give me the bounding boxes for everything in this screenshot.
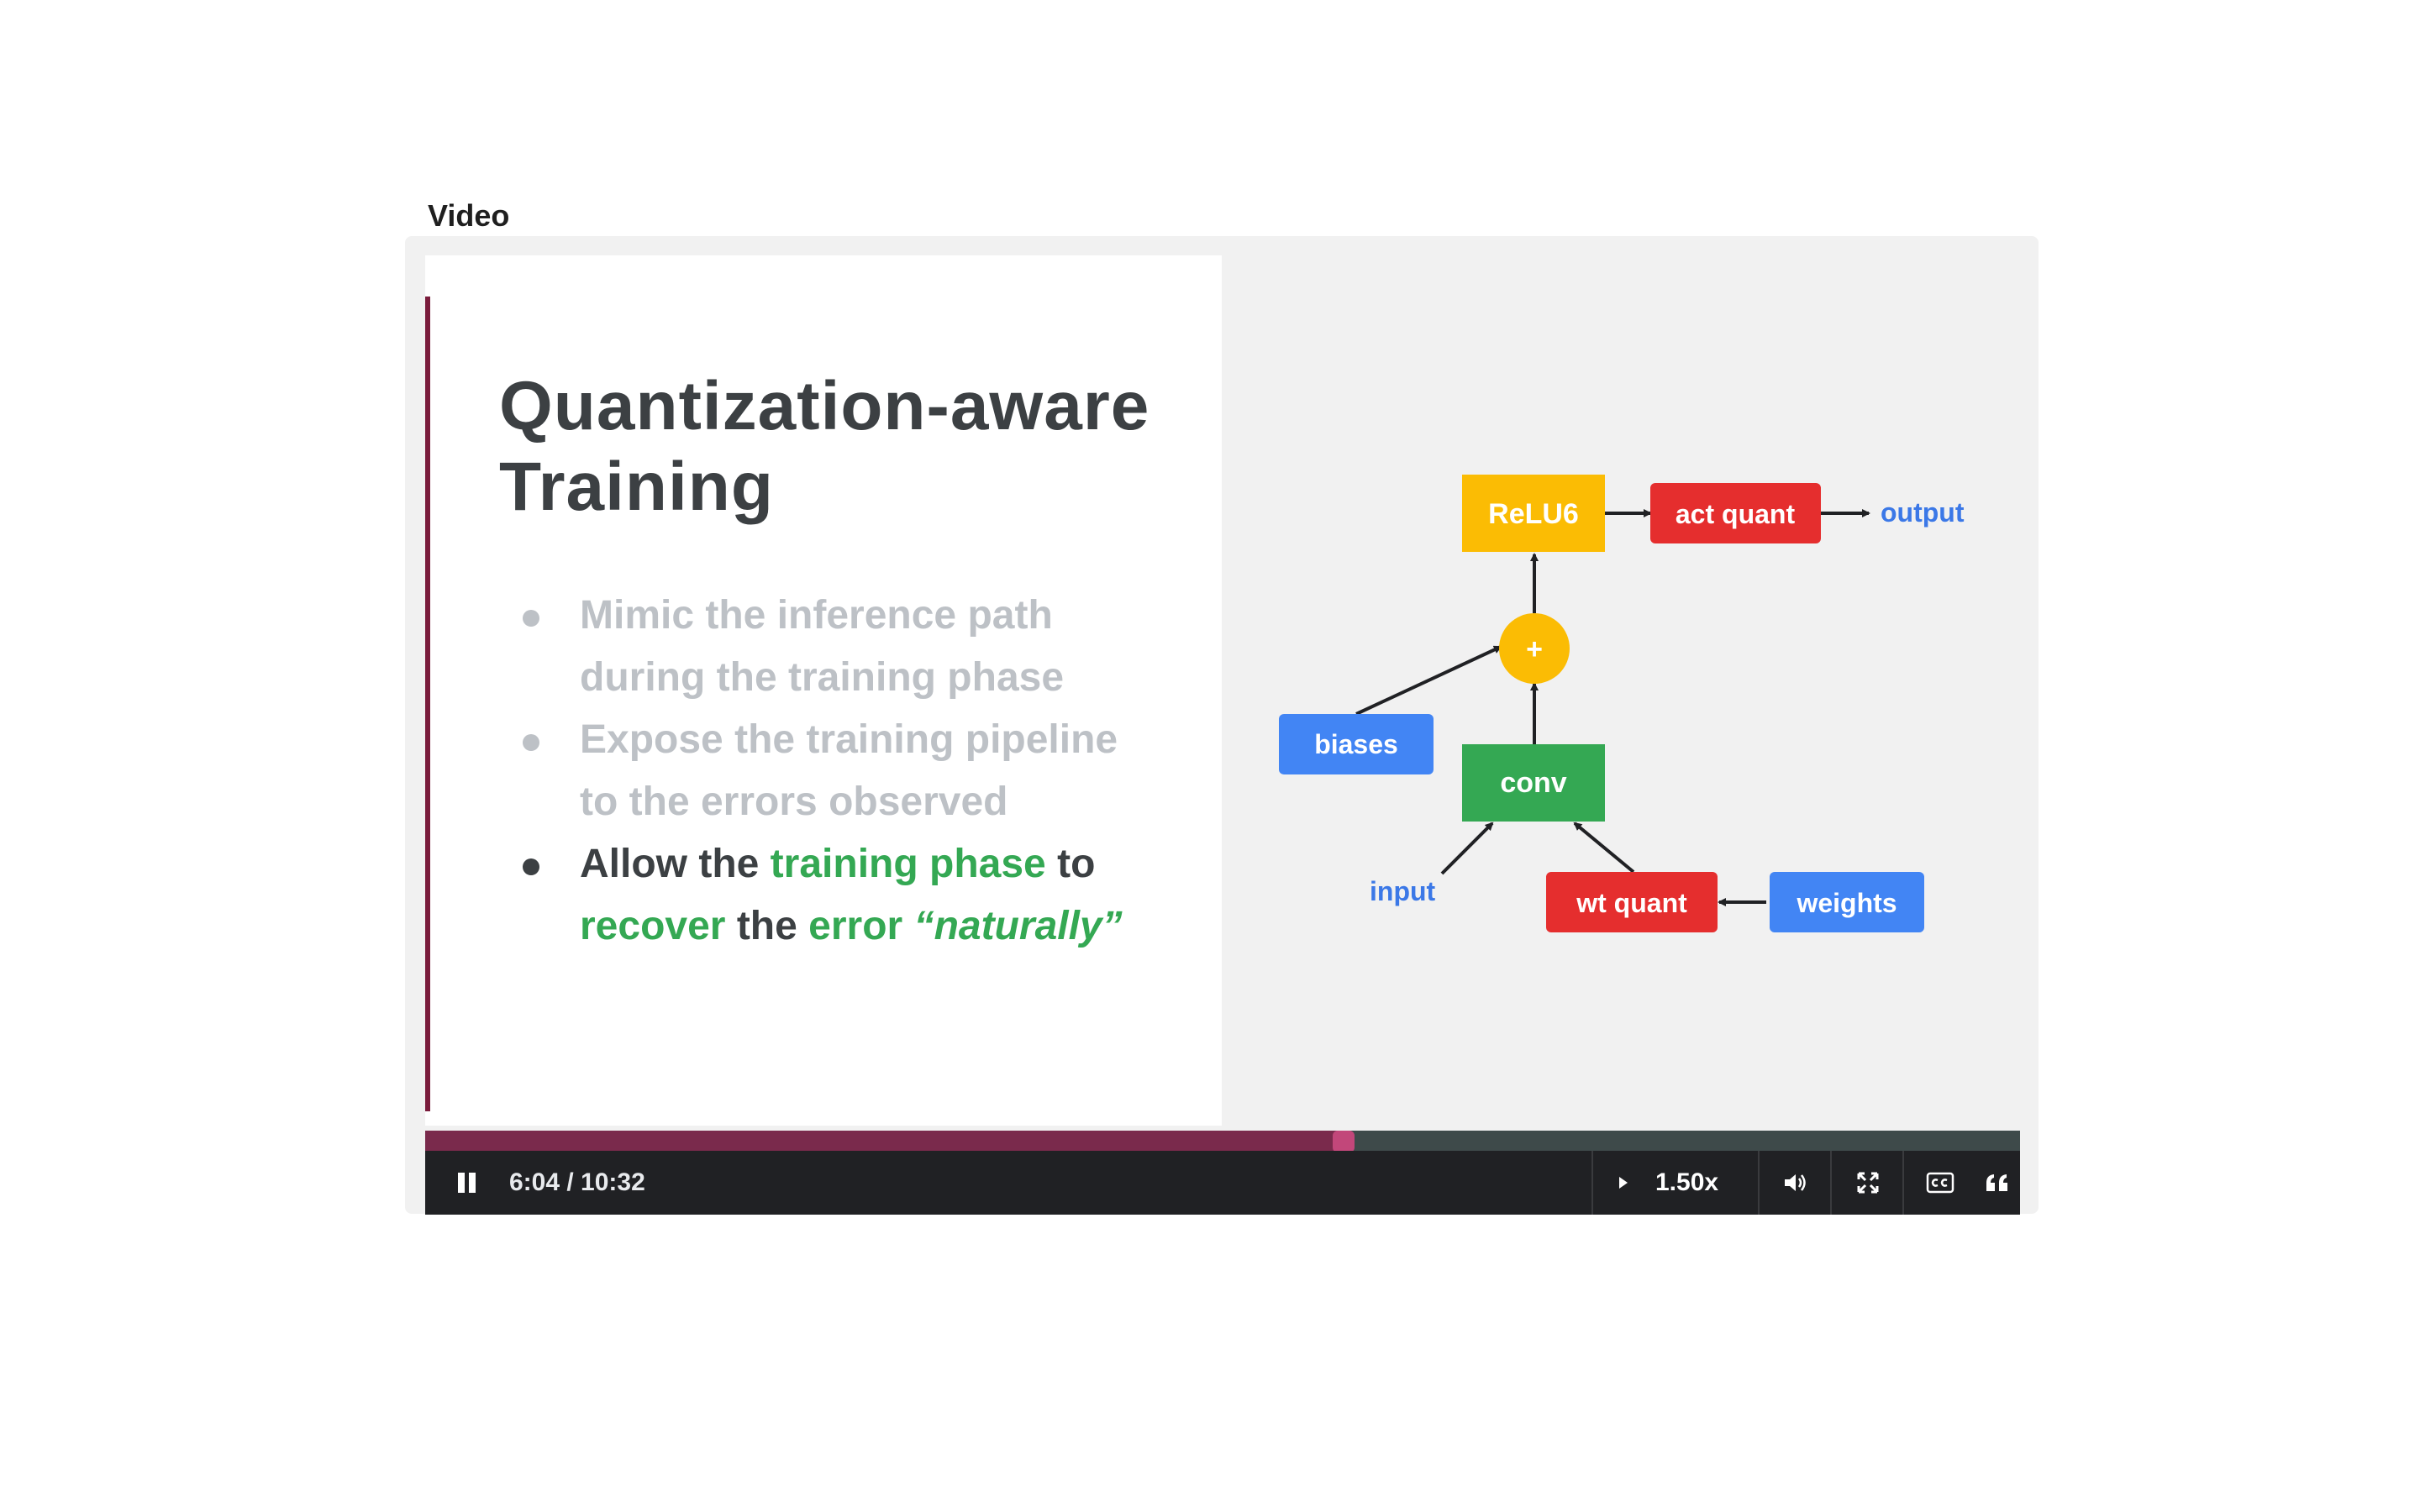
speed-button[interactable]: 1.50x bbox=[1591, 1151, 1758, 1215]
bullet-line: to the errors observed bbox=[580, 780, 1008, 824]
video-progress-bar[interactable] bbox=[425, 1131, 2020, 1152]
bullet-line: recover the error “naturally” bbox=[580, 895, 1202, 958]
video-section-label: Video bbox=[428, 198, 510, 233]
volume-icon bbox=[1785, 1174, 1806, 1191]
node-act-quant-label: act quant bbox=[1676, 499, 1796, 529]
node-relu6-label: ReLU6 bbox=[1488, 498, 1579, 530]
node-weights-label: weights bbox=[1796, 888, 1897, 918]
quote-icon bbox=[1986, 1174, 2007, 1191]
bullet-dot bbox=[523, 734, 539, 751]
bullet-dot bbox=[523, 858, 539, 875]
slide-title-line-1: Quantization-aware bbox=[499, 368, 1150, 444]
node-conv-label: conv bbox=[1500, 767, 1566, 799]
bullet-item: Expose the training pipeline to the erro… bbox=[513, 709, 1202, 833]
captions-button[interactable] bbox=[1902, 1151, 1976, 1215]
node-output-label: output bbox=[1881, 497, 1965, 528]
bullet-text: the bbox=[736, 904, 797, 948]
volume-button[interactable] bbox=[1758, 1151, 1832, 1215]
bullet-line: Allow the training phase to bbox=[580, 833, 1202, 895]
node-wt-quant-label: wt quant bbox=[1576, 888, 1687, 918]
node-input-label: input bbox=[1370, 876, 1436, 906]
slide-bullets: Mimic the inference path during the trai… bbox=[513, 585, 1202, 958]
qat-diagram: ReLU6 act quant output + biases conv inp… bbox=[1279, 475, 1965, 932]
bullet-item-active: Allow the training phase to recover the … bbox=[513, 833, 1202, 958]
slide-title-line-2: Training bbox=[499, 449, 774, 525]
player-controls: 6:04 / 10:32 1.50x bbox=[425, 1151, 2020, 1215]
fullscreen-icon bbox=[1857, 1172, 1879, 1194]
bullet-highlight: training phase bbox=[770, 842, 1046, 886]
bullet-line: Expose the training pipeline bbox=[580, 717, 1118, 762]
play-triangle-icon bbox=[1619, 1177, 1628, 1189]
fullscreen-button[interactable] bbox=[1830, 1151, 1904, 1215]
bullet-line: Mimic the inference path bbox=[580, 593, 1053, 638]
bullet-highlight: error bbox=[808, 904, 903, 948]
bullet-text: Allow the bbox=[580, 842, 760, 886]
transcript-button[interactable] bbox=[1975, 1151, 2020, 1215]
pause-button[interactable] bbox=[444, 1151, 491, 1215]
bullet-highlight: recover bbox=[580, 904, 726, 948]
captions-icon bbox=[1926, 1172, 1954, 1194]
bullet-text: to bbox=[1057, 842, 1096, 886]
pause-icon bbox=[458, 1173, 476, 1193]
bullet-item: Mimic the inference path during the trai… bbox=[513, 585, 1202, 709]
edge-wtquant-to-conv bbox=[1573, 822, 1635, 874]
bullet-dot bbox=[523, 610, 539, 627]
bullet-line: during the training phase bbox=[580, 655, 1065, 700]
speed-label: 1.50x bbox=[1655, 1168, 1719, 1196]
edge-biases-to-plus bbox=[1355, 645, 1502, 716]
node-biases-label: biases bbox=[1314, 729, 1398, 759]
slide-title: Quantization-aware Training bbox=[499, 366, 1205, 528]
slide-accent-bar bbox=[425, 297, 430, 1111]
edge-input-to-conv bbox=[1440, 822, 1494, 875]
bullet-highlight: “naturally” bbox=[913, 904, 1123, 948]
time-display: 6:04 / 10:32 bbox=[509, 1168, 645, 1196]
node-plus-label: + bbox=[1526, 633, 1543, 665]
progress-fill bbox=[425, 1131, 1344, 1151]
progress-thumb[interactable] bbox=[1333, 1131, 1355, 1152]
